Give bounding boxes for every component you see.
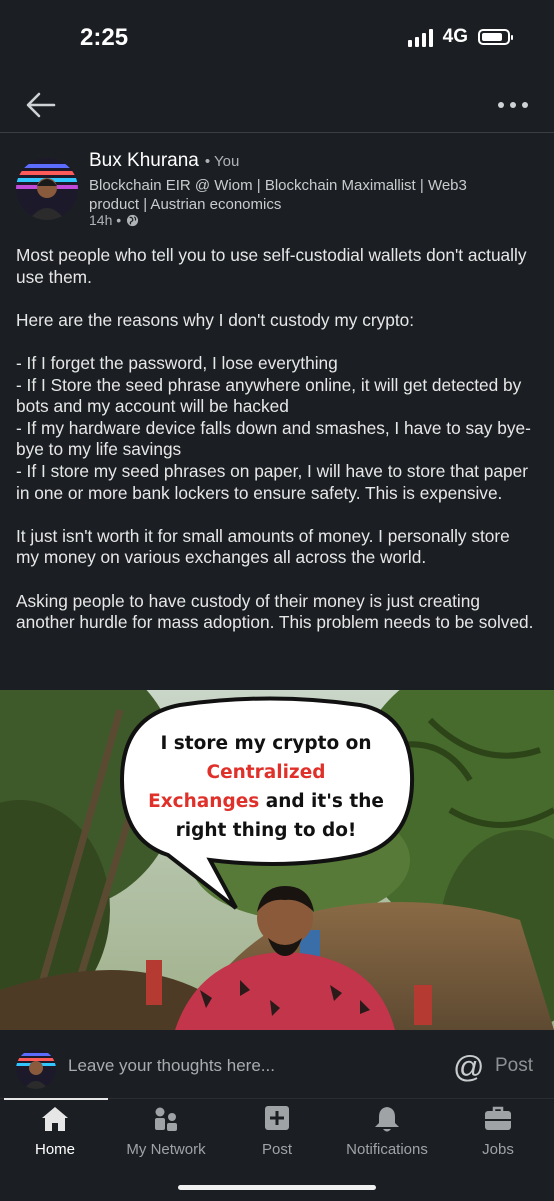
network-icon — [155, 1107, 177, 1131]
nav-label: Jobs — [482, 1141, 514, 1158]
home-icon — [42, 1107, 68, 1131]
nav-label: Home — [34, 1141, 75, 1158]
nav-home[interactable]: Home — [0, 1105, 110, 1158]
author-name[interactable]: Bux Khurana • You — [89, 150, 239, 172]
briefcase-icon — [485, 1106, 511, 1130]
caption-highlight: Exchanges — [148, 791, 260, 812]
post-timestamp: 14h • — [89, 212, 122, 228]
top-bar — [0, 76, 554, 133]
globe-icon — [127, 214, 139, 226]
bottom-nav: Home My Network Post Notifications Jobs — [0, 1098, 554, 1201]
post-body: Most people who tell you to use self-cus… — [16, 245, 536, 634]
network-type: 4G — [442, 26, 468, 47]
post-paragraph: Asking people to have custody of their m… — [16, 590, 534, 633]
mention-icon[interactable]: @ — [453, 1049, 484, 1085]
avatar — [16, 1049, 56, 1089]
signal-icon — [407, 27, 433, 47]
avatar[interactable] — [16, 158, 78, 220]
caption-line: right thing to do! — [175, 820, 357, 841]
author-name-text[interactable]: Bux Khurana — [89, 150, 199, 171]
relation-tag: • You — [204, 153, 240, 170]
nav-jobs[interactable]: Jobs — [443, 1105, 553, 1158]
post-list-item: - If my hardware device falls down and s… — [16, 417, 531, 460]
post-paragraph: Most people who tell you to use self-cus… — [16, 245, 527, 287]
home-indicator[interactable] — [178, 1185, 376, 1190]
status-indicators: 4G — [407, 26, 513, 48]
comment-input[interactable]: Leave your thoughts here... — [68, 1056, 275, 1076]
active-tab-indicator — [4, 1098, 108, 1100]
post-list-item: - If I Store the seed phrase anywhere on… — [16, 374, 522, 417]
nav-my-network[interactable]: My Network — [111, 1105, 221, 1158]
plus-square-icon — [265, 1106, 289, 1130]
bell-icon — [375, 1107, 399, 1132]
caption-line: Exchanges and it's the — [135, 787, 397, 816]
comment-bar: Leave your thoughts here... @ Post — [0, 1034, 554, 1098]
caption-line: I store my crypto on — [160, 733, 372, 754]
post-header: Bux Khurana • You Blockchain EIR @ Wiom |… — [16, 150, 538, 230]
nav-label: Notifications — [346, 1141, 428, 1158]
post-list-item: - If I forget the password, I lose every… — [16, 352, 338, 373]
nav-notifications[interactable]: Notifications — [332, 1105, 442, 1158]
image-caption: I store my crypto on Centralized Exchang… — [135, 729, 397, 845]
post-list-item: - If I store my seed phrases on paper, I… — [16, 460, 528, 503]
nav-label: My Network — [126, 1141, 206, 1158]
post-paragraph: It just isn't worth it for small amounts… — [16, 525, 510, 568]
post-comment-button[interactable]: Post — [495, 1055, 533, 1077]
caption-text: and it's the — [259, 791, 384, 812]
more-horizontal-icon[interactable] — [498, 90, 528, 120]
arrow-left-icon[interactable] — [24, 88, 58, 122]
author-headline: Blockchain EIR @ Wiom | Blockchain Maxim… — [89, 177, 467, 213]
nav-post[interactable]: Post — [222, 1105, 332, 1158]
status-bar: 2:25 4G — [0, 0, 554, 76]
status-time: 2:25 — [80, 24, 129, 51]
post-paragraph: Here are the reasons why I don't custody… — [16, 309, 415, 330]
caption-highlight: Centralized — [206, 762, 326, 783]
post-time: 14h • — [89, 212, 139, 228]
nav-label: Post — [261, 1141, 292, 1158]
battery-icon — [478, 29, 513, 45]
